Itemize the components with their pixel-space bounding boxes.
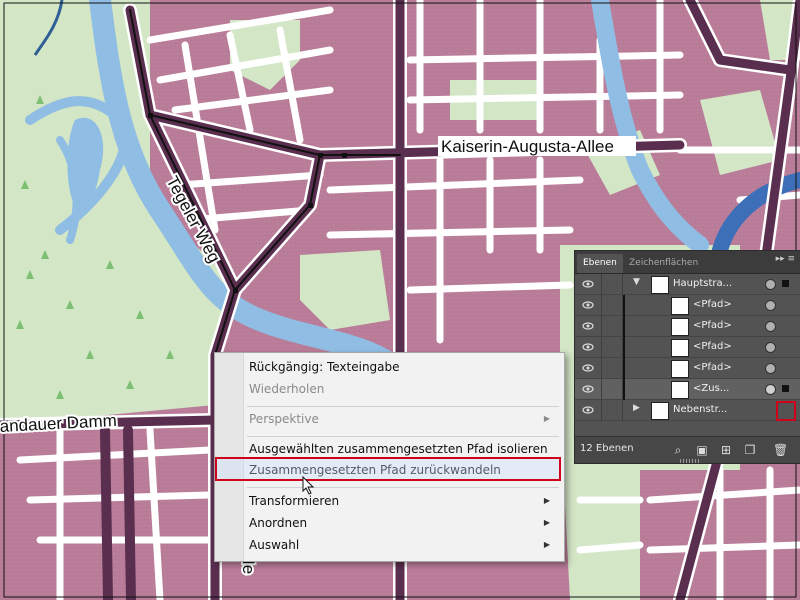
tab-layers[interactable]: Ebenen — [577, 254, 623, 273]
target-circle-icon[interactable] — [765, 363, 776, 374]
layers-panel: Ebenen Zeichenflächen ▸▸ ≡ ▼ Hauptstra..… — [574, 250, 800, 464]
visibility-eye-icon[interactable] — [582, 362, 594, 374]
selection-square-icon[interactable] — [782, 280, 789, 287]
lock-toggle[interactable] — [601, 316, 623, 336]
visibility-eye-icon[interactable] — [582, 341, 594, 353]
target-circle-icon[interactable] — [765, 384, 776, 395]
menu-item-label: Anordnen — [249, 516, 308, 530]
visibility-eye-icon[interactable] — [582, 383, 594, 395]
menu-item-perspective[interactable]: Perspektive ▶ — [249, 409, 554, 429]
menu-item-label: Ausgewählten zusammengesetzten Pfad isol… — [249, 442, 548, 456]
street-label-kaiserin-augusta-allee: Kaiserin-Augusta-Allee — [438, 136, 636, 156]
trash-icon[interactable]: 🗑 — [773, 443, 788, 457]
submenu-arrow-icon: ▶ — [543, 496, 550, 505]
visibility-eye-icon[interactable] — [582, 278, 594, 290]
menu-item-isolate-compound-path[interactable]: Ausgewählten zusammengesetzten Pfad isol… — [249, 439, 554, 459]
lock-toggle[interactable] — [601, 337, 623, 357]
layer-thumbnail — [671, 297, 689, 315]
menu-item-arrange[interactable]: Anordnen ▶ — [249, 513, 554, 533]
menu-item-label: Auswahl — [249, 538, 300, 552]
menu-separator — [247, 406, 559, 407]
layer-thumbnail — [671, 360, 689, 378]
menu-item-label: Wiederholen — [249, 382, 325, 396]
menu-separator — [247, 436, 559, 437]
menu-item-redo[interactable]: Wiederholen — [249, 379, 554, 399]
menu-item-label: Perspektive — [249, 412, 319, 426]
layer-name: Nebenstr... — [673, 404, 728, 415]
layer-thumbnail — [651, 276, 669, 294]
layer-thumbnail — [671, 339, 689, 357]
target-circle-icon[interactable] — [765, 279, 776, 290]
menu-item-label: Rückgängig: Texteingabe — [249, 360, 400, 374]
layer-thumbnail — [671, 381, 689, 399]
tab-artboards[interactable]: Zeichenflächen — [623, 254, 704, 273]
layer-name: <Pfad> — [693, 299, 732, 310]
target-circle-icon[interactable] — [765, 321, 776, 332]
layer-row-pfad[interactable]: <Pfad> — [575, 337, 800, 358]
lock-toggle[interactable] — [601, 274, 623, 294]
panel-menu-icon[interactable]: ▸▸ ≡ — [776, 254, 795, 264]
selection-highlight-box — [776, 401, 796, 421]
layer-row-compound-path[interactable]: <Zus... — [575, 379, 800, 400]
lock-toggle[interactable] — [601, 295, 623, 315]
mouse-cursor-icon — [302, 476, 315, 495]
menu-item-highlight-box — [215, 457, 561, 481]
lock-toggle[interactable] — [601, 400, 623, 420]
layer-thumbnail — [671, 318, 689, 336]
layer-name: <Pfad> — [693, 320, 732, 331]
layers-panel-tabs: Ebenen Zeichenflächen ▸▸ ≡ — [575, 251, 800, 274]
lock-toggle[interactable] — [601, 358, 623, 378]
layer-row-hauptstrassen[interactable]: ▼ Hauptstra... — [575, 274, 800, 295]
street-label-bottom: Ie — [239, 560, 258, 574]
selection-square-icon[interactable] — [782, 385, 789, 392]
layer-row-pfad[interactable]: <Pfad> — [575, 316, 800, 337]
menu-separator — [247, 487, 559, 488]
layer-name: Hauptstra... — [673, 278, 733, 289]
layer-name: <Pfad> — [693, 362, 732, 373]
menu-item-label: Transformieren — [249, 494, 340, 508]
layer-thumbnail — [651, 402, 669, 420]
submenu-arrow-icon: ▶ — [543, 540, 550, 549]
layer-tree-line — [623, 295, 625, 400]
layer-row-pfad[interactable]: <Pfad> — [575, 295, 800, 316]
menu-item-undo[interactable]: Rückgängig: Texteingabe — [249, 357, 554, 377]
layer-count: 12 Ebenen — [580, 443, 634, 454]
lock-toggle[interactable] — [601, 379, 623, 399]
layer-row-pfad[interactable]: <Pfad> — [575, 358, 800, 379]
menu-item-transform[interactable]: Transformieren ▶ — [249, 491, 554, 511]
new-layer-icon[interactable]: ❐ — [743, 443, 757, 457]
target-circle-icon[interactable] — [765, 300, 776, 311]
expand-triangle-icon[interactable]: ▶ — [633, 403, 640, 413]
layer-row-nebenstrassen[interactable]: ▶ Nebenstr... — [575, 400, 800, 421]
make-clipping-mask-icon[interactable]: ▣ — [695, 443, 709, 457]
resize-grip-icon[interactable] — [680, 459, 700, 463]
expand-triangle-icon[interactable]: ▼ — [633, 277, 640, 287]
submenu-arrow-icon: ▶ — [543, 414, 550, 423]
target-circle-icon[interactable] — [765, 342, 776, 353]
svg-text:Kaiserin-Augusta-Allee: Kaiserin-Augusta-Allee — [441, 137, 614, 156]
visibility-eye-icon[interactable] — [582, 320, 594, 332]
new-sublayer-icon[interactable]: ⊞ — [719, 443, 733, 457]
visibility-eye-icon[interactable] — [582, 404, 594, 416]
layers-panel-footer: 12 Ebenen ⌕ ▣ ⊞ ❐ 🗑 — [575, 436, 800, 463]
locate-object-icon[interactable]: ⌕ — [671, 443, 685, 457]
layer-name: <Zus... — [693, 383, 730, 394]
submenu-arrow-icon: ▶ — [543, 518, 550, 527]
menu-item-select[interactable]: Auswahl ▶ — [249, 535, 554, 555]
layer-name: <Pfad> — [693, 341, 732, 352]
visibility-eye-icon[interactable] — [582, 299, 594, 311]
